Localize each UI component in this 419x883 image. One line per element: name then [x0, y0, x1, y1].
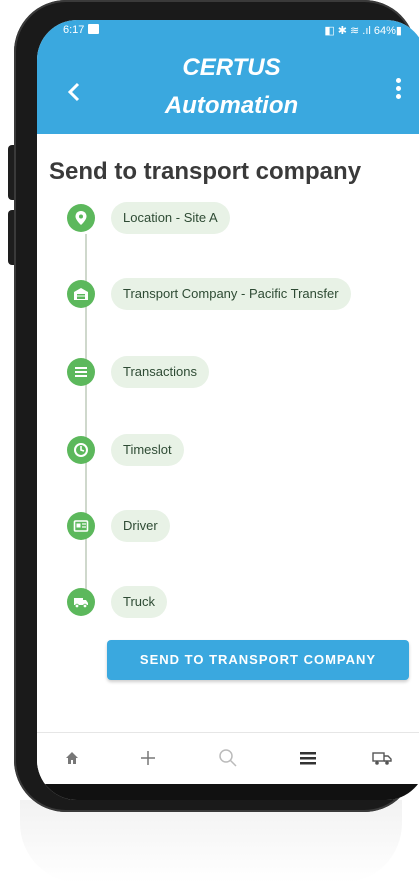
back-nav-button[interactable]: ‹: [342, 792, 352, 800]
status-bar: 6:17 ◧ ✱ ≋ .ıl 64%▮: [37, 20, 419, 42]
phone-reflection: [20, 800, 402, 883]
more-vert-icon: [396, 78, 402, 99]
search-icon[interactable]: [213, 743, 243, 773]
truck-icon: [67, 588, 95, 616]
step-label[interactable]: Transactions: [111, 356, 209, 388]
home-icon[interactable]: [57, 743, 87, 773]
location-pin-icon: [67, 204, 95, 232]
phone-screen: 6:17 ◧ ✱ ≋ .ıl 64%▮ CERTUS Automation Se…: [37, 20, 419, 800]
step-label[interactable]: Transport Company - Pacific Transfer: [111, 278, 351, 310]
bottom-navigation: [37, 732, 419, 785]
app-title-line2: Automation: [164, 92, 299, 119]
page-title: Send to transport company: [49, 158, 362, 185]
status-time-text: 6:17: [63, 24, 85, 36]
id-card-icon: [67, 512, 95, 540]
send-to-transport-company-button[interactable]: SEND TO TRANSPORT COMPANY: [107, 640, 409, 680]
step-label[interactable]: Driver: [111, 510, 170, 542]
add-icon[interactable]: [133, 743, 163, 773]
app-bar: CERTUS Automation: [37, 42, 419, 134]
phone-frame: 6:17 ◧ ✱ ≋ .ıl 64%▮ CERTUS Automation Se…: [14, 0, 419, 812]
system-navigation-bar: ||| ○ ‹: [37, 784, 419, 800]
more-options-button[interactable]: [396, 78, 402, 102]
list-icon: [67, 358, 95, 386]
step-label[interactable]: Truck: [111, 586, 168, 618]
warehouse-icon: [67, 280, 95, 308]
home-button[interactable]: ○: [221, 796, 236, 800]
notification-icon: [88, 24, 100, 34]
truck-icon[interactable]: [367, 743, 397, 773]
status-indicators: ◧ ✱ ≋ .ıl 64%▮: [324, 25, 402, 37]
step-label[interactable]: Location - Site A: [111, 202, 230, 234]
list-icon[interactable]: [293, 743, 323, 773]
clock-icon: [67, 436, 95, 464]
step-label[interactable]: Timeslot: [111, 434, 184, 466]
app-title-line1: CERTUS: [182, 54, 281, 81]
status-time: 6:17: [63, 24, 100, 36]
